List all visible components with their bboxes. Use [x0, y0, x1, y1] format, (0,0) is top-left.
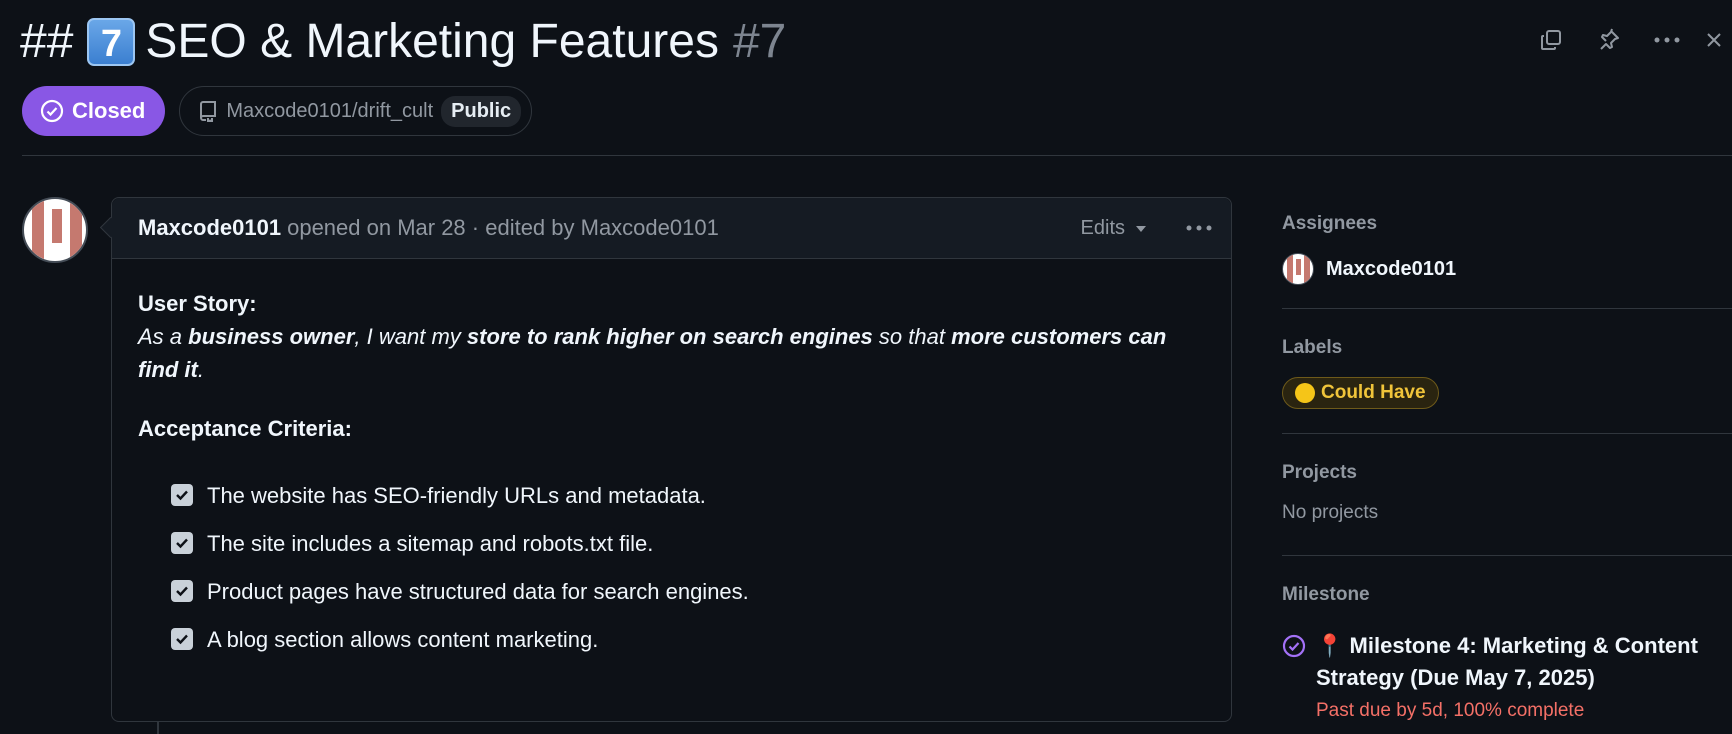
task-list: The website has SEO-friendly URLs and me… [138, 471, 1205, 663]
story-text-3: so that [872, 324, 952, 349]
task-text: The site includes a sitemap and robots.t… [207, 530, 654, 556]
state-label: Closed [72, 98, 146, 123]
repo-name: Maxcode0101/drift_cult [226, 99, 434, 122]
assignee-name: Maxcode0101 [1326, 257, 1457, 280]
assignees-heading[interactable]: Assignees [1282, 197, 1732, 235]
comment-meta: opened on Mar 28 · edited by Maxcode0101 [287, 215, 719, 240]
labels-heading[interactable]: Labels [1282, 309, 1732, 359]
user-story-heading: User Story: [138, 291, 257, 316]
milestone-status: Past due by 5d, 100% complete [1316, 700, 1585, 721]
milestone-check-circle-icon [1282, 634, 1306, 658]
task-checkbox[interactable] [171, 484, 193, 506]
projects-heading[interactable]: Projects [1282, 434, 1732, 484]
story-text-4: . [197, 357, 204, 382]
timeline-line [157, 722, 159, 734]
close-icon[interactable] [1696, 24, 1732, 56]
label-chip[interactable]: Could Have [1282, 377, 1439, 409]
more-icon[interactable] [1638, 24, 1696, 56]
repo-icon [200, 101, 217, 122]
edits-dropdown[interactable]: Edits [1081, 198, 1147, 259]
title-actions [1522, 24, 1732, 56]
projects-section: Projects No projects [1282, 434, 1732, 556]
task-item: Product pages have structured data for s… [171, 567, 1205, 615]
story-text-2: , I want my [354, 324, 467, 349]
task-checkbox[interactable] [171, 532, 193, 554]
label-text: Could Have [1321, 382, 1426, 403]
task-text: The website has SEO-friendly URLs and me… [207, 482, 706, 508]
issue-title: ## 7 SEO & Marketing Features #7 [20, 10, 786, 74]
assignees-section: Assignees Maxcode0101 [1282, 197, 1732, 309]
milestone-heading[interactable]: Milestone [1282, 556, 1732, 606]
task-item: A blog section allows content marketing. [171, 615, 1205, 663]
pin-icon[interactable] [1580, 24, 1638, 56]
milestone-title-text: Milestone 4: Marketing & Content Strateg… [1316, 633, 1698, 690]
task-item: The website has SEO-friendly URLs and me… [171, 471, 1205, 519]
repo-link[interactable]: Maxcode0101/drift_cult Public [179, 86, 533, 136]
comment-body: User Story: As a business owner, I want … [112, 259, 1231, 663]
pin-emoji-icon: 📍 [1316, 633, 1344, 658]
milestone-title[interactable]: 📍 Milestone 4: Marketing & Content Strat… [1316, 630, 1732, 694]
task-text: A blog section allows content marketing. [207, 626, 599, 652]
task-text: Product pages have structured data for s… [207, 578, 749, 604]
chevron-down-icon [1136, 225, 1146, 232]
task-item: The site includes a sitemap and robots.t… [171, 519, 1205, 567]
edits-label: Edits [1080, 217, 1125, 239]
labels-section: Labels Could Have [1282, 309, 1732, 434]
check-circle-icon [40, 99, 64, 123]
user-story-text: As a business owner, I want my store to … [138, 320, 1205, 386]
story-bold-1: business owner [188, 324, 355, 349]
title-text: SEO & Marketing Features [145, 15, 719, 68]
closed-state-badge: Closed [22, 86, 166, 136]
avatar [1282, 253, 1314, 285]
comment-header: Maxcode0101 opened on Mar 28 · edited by… [112, 198, 1231, 259]
visibility-badge: Public [441, 95, 522, 127]
title-prefix: ## [20, 15, 74, 68]
comment-author[interactable]: Maxcode0101 [138, 215, 281, 241]
milestone-item: 📍 Milestone 4: Marketing & Content Strat… [1282, 630, 1732, 722]
story-text-1: As a [138, 324, 189, 349]
issue-comment: Maxcode0101 opened on Mar 28 · edited by… [111, 197, 1232, 722]
issue-state-row: Closed Maxcode0101/drift_cult Public [22, 86, 533, 136]
projects-value: No projects [1282, 502, 1379, 523]
header-divider [22, 155, 1732, 156]
task-checkbox[interactable] [171, 580, 193, 602]
story-bold-2: store to rank higher on search engines [466, 324, 873, 349]
copy-icon[interactable] [1522, 24, 1580, 56]
task-checkbox[interactable] [171, 628, 193, 650]
comment-more-icon[interactable] [1179, 212, 1219, 244]
issue-sidebar: Assignees Maxcode0101 Labels Could Have … [1282, 197, 1732, 722]
assignee-item[interactable]: Maxcode0101 [1282, 253, 1732, 285]
yellow-circle-icon [1295, 383, 1315, 403]
acceptance-criteria-heading: Acceptance Criteria: [138, 416, 352, 441]
keycap-seven-emoji: 7 [87, 18, 136, 66]
milestone-section: Milestone 📍 Milestone 4: Marketing & Con… [1282, 556, 1732, 722]
issue-number: #7 [732, 15, 787, 68]
avatar[interactable] [22, 197, 88, 263]
